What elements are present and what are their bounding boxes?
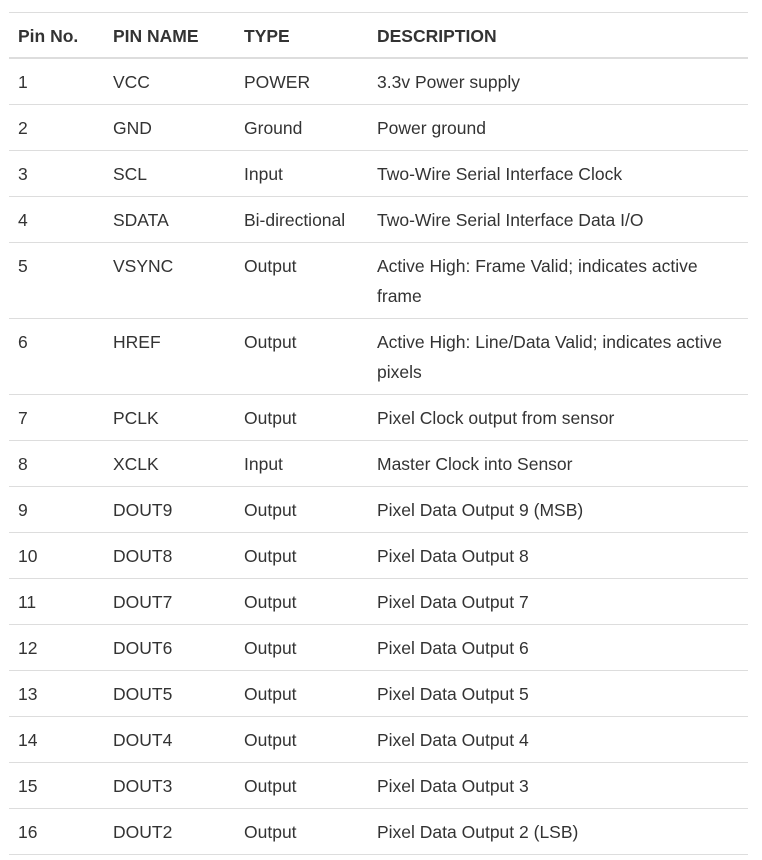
cell-description: Pixel Data Output 8: [368, 531, 748, 578]
table-header: Pin No. PIN NAME TYPE DESCRIPTION: [9, 12, 748, 59]
cell-type: Ground: [235, 103, 368, 150]
cell-pin-name: VCC: [113, 71, 150, 92]
cell-pin-name: HREF: [104, 317, 235, 394]
table-row: 13 DOUT5 Output Pixel Data Output 5: [9, 669, 748, 716]
table-body: 1 VCC POWER 3.3v Power supply 2 GND Grou…: [9, 58, 748, 855]
table-row: 6 HREF Output Active High: Line/Data Val…: [9, 317, 748, 394]
cell-type: POWER: [244, 71, 311, 92]
cell-pin-name: SDATA: [104, 195, 235, 242]
cell-pin-no: 10: [9, 531, 104, 578]
cell-description: Two-Wire Serial Interface Data I/O: [368, 195, 748, 242]
cell-pin-no: 9: [9, 485, 104, 532]
cell-pin-no: 5: [9, 241, 104, 318]
header-description: DESCRIPTION: [368, 12, 748, 59]
cell-pin-name: DOUT3: [104, 761, 235, 808]
cell-pin-no: 14: [9, 715, 104, 762]
cell-pin-no: 3: [9, 149, 104, 196]
cell-pin-no: 4: [9, 195, 104, 242]
cell-description: Two-Wire Serial Interface Clock: [368, 149, 748, 196]
header-pin-name: PIN NAME: [104, 12, 235, 59]
cell-type: Output: [235, 317, 368, 394]
table-row: 2 GND Ground Power ground: [9, 103, 748, 150]
cell-pin-name: DOUT7: [104, 577, 235, 624]
cell-type: Output: [235, 715, 368, 762]
cell-type: Output: [235, 761, 368, 808]
cell-description: Pixel Data Output 3: [368, 761, 748, 808]
table-row: 16 DOUT2 Output Pixel Data Output 2 (LSB…: [9, 807, 748, 855]
cell-pin-no: 15: [9, 761, 104, 808]
cell-pin-no: 11: [9, 577, 104, 624]
cell-description: Active High: Frame Valid; indicates acti…: [368, 241, 748, 318]
table-row: 15 DOUT3 Output Pixel Data Output 3: [9, 761, 748, 808]
table-row: 10 DOUT8 Output Pixel Data Output 8: [9, 531, 748, 578]
cell-pin-no: 6: [9, 317, 104, 394]
table-row: 14 DOUT4 Output Pixel Data Output 4: [9, 715, 748, 762]
table-row: 5 VSYNC Output Active High: Frame Valid;…: [9, 241, 748, 318]
cell-type: Output: [235, 807, 368, 855]
cell-pin-no: 16: [9, 807, 104, 855]
cell-type: Output: [235, 577, 368, 624]
cell-description: Pixel Data Output 6: [368, 623, 748, 670]
cell-pin-no: 8: [9, 439, 104, 486]
cell-pin-name: DOUT4: [104, 715, 235, 762]
table-row: 9 DOUT9 Output Pixel Data Output 9 (MSB): [9, 485, 748, 532]
cell-pin-name: DOUT2: [104, 807, 235, 855]
cell-type: Input: [235, 149, 368, 196]
cell-type: Output: [235, 623, 368, 670]
table-row: 4 SDATA Bi-directional Two-Wire Serial I…: [9, 195, 748, 242]
header-type: TYPE: [235, 12, 368, 59]
cell-description: Pixel Data Output 7: [368, 577, 748, 624]
cell-pin-no: 1: [18, 71, 28, 92]
cell-pin-name: XCLK: [104, 439, 235, 486]
pin-table: Pin No. PIN NAME TYPE DESCRIPTION 1 VCC …: [9, 12, 748, 855]
cell-pin-no: 2: [9, 103, 104, 150]
cell-pin-name: DOUT8: [104, 531, 235, 578]
cell-pin-name: VSYNC: [104, 241, 235, 318]
cell-pin-name: DOUT6: [104, 623, 235, 670]
cell-description: Pixel Clock output from sensor: [368, 393, 748, 440]
cell-pin-no: 13: [9, 669, 104, 716]
cell-type: Input: [235, 439, 368, 486]
table-row: 12 DOUT6 Output Pixel Data Output 6: [9, 623, 748, 670]
pin-table-container: Pin No. PIN NAME TYPE DESCRIPTION 1 VCC …: [9, 12, 748, 855]
cell-pin-no: 7: [9, 393, 104, 440]
header-pin-no: Pin No.: [9, 12, 104, 59]
table-row: 7 PCLK Output Pixel Clock output from se…: [9, 393, 748, 440]
header-row: Pin No. PIN NAME TYPE DESCRIPTION: [9, 12, 748, 59]
cell-pin-name: DOUT9: [104, 485, 235, 532]
cell-description: Pixel Data Output 2 (LSB): [368, 807, 748, 855]
cell-pin-name: GND: [104, 103, 235, 150]
cell-description: Pixel Data Output 5: [368, 669, 748, 716]
cell-type: Output: [235, 485, 368, 532]
cell-type: Output: [235, 241, 368, 318]
cell-type: Output: [235, 669, 368, 716]
table-row: 3 SCL Input Two-Wire Serial Interface Cl…: [9, 149, 748, 196]
cell-description: Master Clock into Sensor: [368, 439, 748, 486]
table-row: 11 DOUT7 Output Pixel Data Output 7: [9, 577, 748, 624]
table-row: 8 XCLK Input Master Clock into Sensor: [9, 439, 748, 486]
cell-type: Bi-directional: [235, 195, 368, 242]
cell-pin-name: DOUT5: [104, 669, 235, 716]
cell-type: Output: [235, 393, 368, 440]
table-row: 1 VCC POWER 3.3v Power supply: [9, 58, 748, 105]
cell-pin-name: PCLK: [104, 393, 235, 440]
cell-description: Power ground: [368, 103, 748, 150]
cell-description: Pixel Data Output 4: [368, 715, 748, 762]
cell-pin-name: SCL: [104, 149, 235, 196]
cell-description: Active High: Line/Data Valid; indicates …: [368, 317, 748, 394]
cell-description: Pixel Data Output 9 (MSB): [368, 485, 748, 532]
cell-description: 3.3v Power supply: [377, 71, 520, 92]
cell-pin-no: 12: [9, 623, 104, 670]
cell-type: Output: [235, 531, 368, 578]
